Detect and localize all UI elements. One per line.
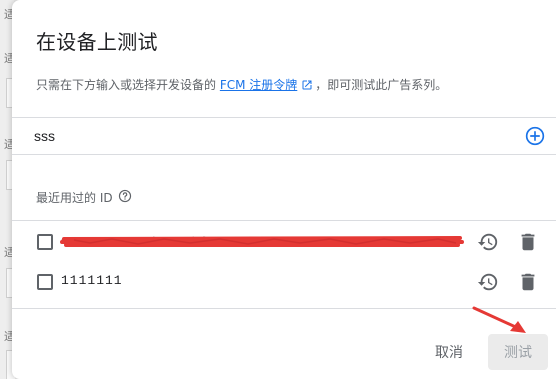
test-button[interactable]: 测试 — [488, 334, 548, 370]
token-input-row — [12, 118, 556, 154]
recent-id-row: eYXvP-8A3mLQzKjBUxx7dMlwEcG1H6FbZqR-TnAp… — [12, 221, 556, 261]
recent-id-row: 1111111 — [12, 261, 556, 301]
divider — [12, 154, 556, 155]
recent-ids-label: 最近用过的 ID — [36, 189, 132, 206]
cancel-button[interactable]: 取消 — [420, 336, 478, 368]
fcm-token-input[interactable] — [34, 126, 494, 146]
dialog-description: 只需在下方输入或选择开发设备的 FCM 注册令牌 ，即可测试此广告系列。 — [36, 76, 447, 94]
page: 适 适 适 适 适 在设备上测试 只需在下方输入或选择开发设备的 FCM 注册令… — [0, 0, 556, 379]
fcm-token-link[interactable]: FCM 注册令牌 — [220, 78, 297, 92]
history-icon[interactable] — [477, 231, 499, 253]
trash-icon[interactable] — [517, 271, 539, 293]
description-prefix: 只需在下方输入或选择开发设备的 — [36, 78, 217, 92]
trash-icon[interactable] — [517, 231, 539, 253]
description-suffix: ，即可测试此广告系列。 — [315, 78, 448, 92]
test-on-device-dialog: 在设备上测试 只需在下方输入或选择开发设备的 FCM 注册令牌 ，即可测试此广告系… — [12, 0, 556, 379]
recent-id-checkbox[interactable] — [37, 234, 53, 250]
dialog-title: 在设备上测试 — [36, 30, 158, 54]
recent-id-value: eYXvP-8A3mLQzKjBUxx7dMlwEcG1H6FbZqR-TnAp… — [61, 236, 433, 246]
history-icon[interactable] — [477, 271, 499, 293]
help-circle-icon[interactable] — [118, 189, 132, 206]
add-circle-icon[interactable] — [525, 126, 545, 146]
recent-id-checkbox[interactable] — [37, 274, 53, 290]
recent-id-value: 1111111 — [61, 273, 123, 288]
dialog-footer: 取消 测试 — [12, 309, 556, 379]
recent-ids-label-text: 最近用过的 ID — [36, 191, 113, 205]
open-in-new-icon[interactable] — [301, 79, 313, 94]
